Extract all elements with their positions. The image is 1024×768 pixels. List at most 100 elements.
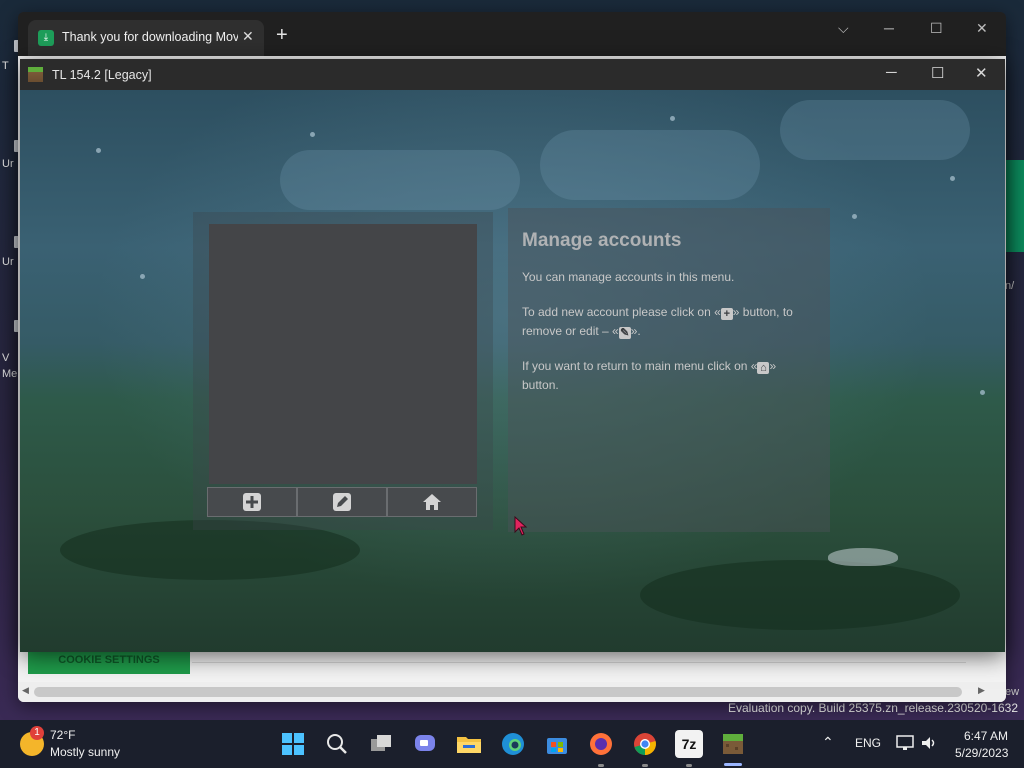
help-text-line: ». [630, 324, 641, 338]
file-explorer-button[interactable] [455, 730, 483, 758]
clock-date[interactable]: 5/29/2023 [955, 746, 1008, 760]
chrome-button[interactable] [631, 730, 659, 758]
horizontal-scrollbar[interactable]: ◀ ▶ [18, 682, 1006, 702]
launcher-background-scene: Manage accounts You can manage accounts … [20, 90, 1005, 652]
start-button[interactable] [279, 730, 307, 758]
background-creature [828, 548, 898, 566]
background-star [140, 274, 145, 279]
browser-tab-title: Thank you for downloading Mov [62, 30, 238, 44]
background-star [670, 116, 675, 121]
plus-icon [243, 493, 261, 511]
scrollbar-thumb[interactable] [34, 687, 962, 697]
edge-icon [502, 733, 524, 755]
launcher-maximize-button[interactable]: ☐ [931, 64, 944, 82]
windows-logo-icon [282, 733, 304, 755]
taskbar: 1 72°F Mostly sunny 7z ⌃ ENG 6:47 AM 5/2… [0, 720, 1024, 768]
language-indicator[interactable]: ENG [855, 736, 881, 750]
firefox-button[interactable] [587, 730, 615, 758]
background-window-edge [1006, 160, 1024, 252]
desktop-icon-label: Ur [2, 158, 14, 170]
accounts-panel [193, 212, 493, 530]
running-indicator [598, 764, 604, 767]
help-text: You can manage accounts in this menu. [522, 268, 812, 287]
help-text-line: To add new account please click on « [522, 305, 721, 319]
minecraft-launcher-button[interactable] [719, 730, 747, 758]
desktop-icon-label: V [2, 352, 10, 364]
browser-close-button[interactable]: ✕ [976, 20, 988, 37]
weather-notification-badge: 1 [30, 726, 44, 740]
launcher-minimize-button[interactable]: ─ [886, 64, 897, 81]
folder-icon [457, 737, 481, 753]
manage-accounts-heading: Manage accounts [522, 230, 682, 251]
network-icon[interactable] [896, 735, 914, 751]
launcher-close-button[interactable]: ✕ [975, 64, 988, 82]
active-app-indicator [724, 763, 742, 766]
background-cloud [540, 130, 760, 200]
task-view-button[interactable] [367, 730, 395, 758]
7zip-button[interactable]: 7z [675, 730, 703, 758]
help-text: If you want to return to main menu click… [522, 357, 812, 395]
add-account-button[interactable] [207, 487, 297, 517]
background-star [852, 214, 857, 219]
store-icon [547, 738, 567, 754]
7zip-icon: 7z [681, 736, 697, 752]
help-text: To add new account please click on «+» b… [522, 303, 812, 341]
scroll-right-icon[interactable]: ▶ [978, 685, 985, 696]
browser-tab[interactable]: ⤓ Thank you for downloading Mov ✕ [28, 20, 264, 56]
weather-temperature[interactable]: 72°F [50, 728, 75, 742]
pencil-icon: ✎ [618, 327, 631, 339]
edge-button[interactable] [499, 730, 527, 758]
plus-icon: + [720, 308, 733, 320]
background-text: ew [1005, 686, 1020, 698]
background-text: n/ [1005, 280, 1015, 292]
background-cloud [780, 100, 970, 160]
help-text-line: If you want to return to main menu click… [522, 359, 758, 373]
edit-account-button[interactable] [297, 487, 387, 517]
browser-tab-bar: ⤓ Thank you for downloading Mov ✕ + ⌵ ─ … [18, 12, 1006, 56]
grass-block-icon [723, 734, 743, 754]
tray-overflow-chevron-icon[interactable]: ⌃ [822, 734, 834, 751]
store-button[interactable] [543, 730, 571, 758]
volume-icon[interactable] [920, 735, 938, 751]
weather-condition[interactable]: Mostly sunny [50, 745, 120, 759]
pencil-icon [333, 493, 351, 511]
running-indicator [642, 764, 648, 767]
clock-time[interactable]: 6:47 AM [964, 729, 1008, 743]
accounts-list[interactable] [209, 224, 477, 484]
background-star [310, 132, 315, 137]
chat-button[interactable] [411, 730, 439, 758]
launcher-title: TL 154.2 [Legacy] [52, 68, 152, 82]
background-star [950, 176, 955, 181]
grass-block-icon [28, 67, 43, 82]
help-text-line: You can manage accounts in this menu. [522, 270, 735, 284]
task-view-icon [371, 735, 391, 751]
running-indicator [686, 764, 692, 767]
browser-maximize-button[interactable]: ☐ [930, 20, 943, 37]
desktop-icon-label: Me [2, 368, 18, 380]
evaluation-watermark: Evaluation copy. Build 25375.zn_release.… [728, 701, 1018, 715]
desktop-icon-label: T [2, 60, 9, 72]
home-icon: ⌂ [757, 362, 770, 374]
chat-icon [415, 735, 435, 751]
firefox-icon [590, 733, 612, 755]
background-star [980, 390, 985, 395]
background-star [96, 148, 101, 153]
tab-search-chevron-icon[interactable]: ⌵ [838, 20, 849, 37]
home-button[interactable] [387, 487, 477, 517]
scroll-left-icon[interactable]: ◀ [22, 685, 29, 696]
chrome-icon [634, 733, 656, 755]
help-panel: Manage accounts You can manage accounts … [508, 208, 830, 532]
home-icon [423, 494, 441, 510]
background-grass [640, 560, 960, 630]
desktop-icon-label: Ur [2, 256, 14, 268]
launcher-title-bar[interactable]: TL 154.2 [Legacy] ─ ☐ ✕ [20, 59, 1005, 90]
search-button[interactable] [323, 730, 351, 758]
download-favicon-icon: ⤓ [38, 30, 54, 46]
page-divider [192, 662, 966, 663]
tab-close-icon[interactable]: ✕ [242, 28, 254, 45]
search-icon [327, 734, 347, 754]
browser-minimize-button[interactable]: ─ [884, 20, 894, 36]
background-cloud [280, 150, 520, 210]
new-tab-button[interactable]: + [276, 24, 288, 47]
mouse-pointer-icon [514, 516, 528, 536]
